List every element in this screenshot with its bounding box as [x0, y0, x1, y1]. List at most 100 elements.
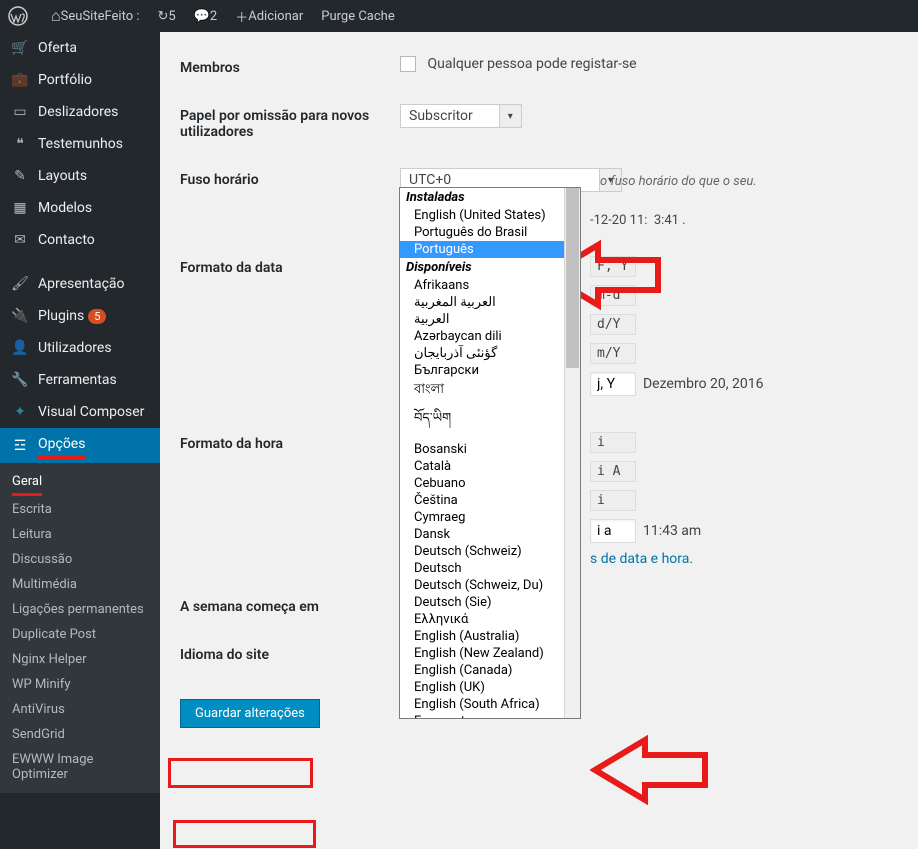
- lang-option[interactable]: Български: [400, 362, 580, 379]
- sidebar-item-testemunhos[interactable]: ❝Testemunhos: [0, 128, 160, 160]
- lang-option[interactable]: Čeština: [400, 492, 580, 509]
- submenu-ewww[interactable]: EWWW Image Optimizer: [0, 747, 160, 787]
- plugins-badge: 5: [88, 309, 106, 324]
- wp-logo[interactable]: [8, 6, 33, 26]
- submenu-duplicate-post[interactable]: Duplicate Post: [0, 622, 160, 647]
- lang-option[interactable]: Deutsch (Schweiz): [400, 543, 580, 560]
- lang-option[interactable]: Ελληνικά: [400, 611, 580, 628]
- group-available: Disponíveis: [400, 258, 580, 277]
- lang-option[interactable]: العربية: [400, 311, 580, 328]
- date-format-label: Formato da data: [180, 256, 400, 276]
- lang-option[interactable]: Cymraeg: [400, 509, 580, 526]
- default-role-label: Papel por omissão para novos utilizadore…: [180, 104, 400, 140]
- lang-option[interactable]: English (UK): [400, 679, 580, 696]
- wrench-icon: 🔧: [10, 372, 30, 388]
- lang-option[interactable]: English (New Zealand): [400, 645, 580, 662]
- sidebar-item-plugins[interactable]: 🔌Plugins5: [0, 300, 160, 332]
- sidebar-item-deslizadores[interactable]: ▭Deslizadores: [0, 96, 160, 128]
- submenu-geral[interactable]: Geral: [0, 469, 160, 497]
- lang-option[interactable]: Português do Brasil: [400, 224, 580, 241]
- lang-option[interactable]: English (United States): [400, 207, 580, 224]
- purge-cache-link[interactable]: Purge Cache: [321, 9, 394, 24]
- plug-icon: 🔌: [10, 308, 30, 324]
- comments-count: 2: [210, 9, 217, 24]
- submenu-multimedia[interactable]: Multimédia: [0, 572, 160, 597]
- lang-option[interactable]: Deutsch (Sie): [400, 594, 580, 611]
- time-code: i: [590, 432, 636, 453]
- plus-icon: ＋: [235, 7, 248, 26]
- date-time-doc-link[interactable]: s de data e hora: [590, 551, 689, 567]
- submenu-discussao[interactable]: Discussão: [0, 547, 160, 572]
- grid-icon: ▦: [10, 200, 30, 216]
- default-role-select[interactable]: Subscritor ▾: [400, 104, 522, 128]
- lang-option[interactable]: Deutsch: [400, 560, 580, 577]
- comments-link[interactable]: 💬 2: [194, 9, 218, 24]
- chevron-down-icon: ▾: [500, 104, 522, 128]
- sidebar-item-apresentacao[interactable]: 🖌Apresentação: [0, 268, 160, 300]
- lang-option[interactable]: English (Canada): [400, 662, 580, 679]
- updates-link[interactable]: ↻ 5: [158, 9, 176, 24]
- date-preview: Dezembro 20, 2016: [643, 376, 764, 392]
- sidebar-item-oferta[interactable]: 🛒Oferta: [0, 32, 160, 64]
- refresh-icon: ↻: [158, 9, 169, 24]
- anyone-register-checkbox[interactable]: [400, 56, 416, 72]
- submenu-nginx-helper[interactable]: Nginx Helper: [0, 647, 160, 672]
- custom-time-input[interactable]: [590, 519, 636, 543]
- sidebar-item-ferramentas[interactable]: 🔧Ferramentas: [0, 364, 160, 396]
- site-language-label: Idioma do site: [180, 643, 400, 663]
- lang-option[interactable]: گؤنئی آذربایجان: [400, 345, 580, 362]
- cart-icon: 🛒: [10, 40, 30, 56]
- lang-option[interactable]: العربية المغربية: [400, 294, 580, 311]
- date-code: F, Y: [590, 256, 636, 277]
- timezone-desc: o fuso horário do que o seu.: [600, 174, 757, 189]
- sidebar-item-visual-composer[interactable]: ✦Visual Composer: [0, 396, 160, 428]
- lang-option[interactable]: བོད་ཡིག: [400, 402, 580, 441]
- briefcase-icon: 💼: [10, 72, 30, 88]
- date-code: m-d: [590, 285, 636, 306]
- submenu-wp-minify[interactable]: WP Minify: [0, 672, 160, 697]
- dropdown-scrollbar[interactable]: [564, 188, 580, 718]
- pencil-icon: ✎: [10, 168, 30, 184]
- add-new-link[interactable]: ＋ Adicionar: [235, 7, 303, 26]
- sidebar-item-modelos[interactable]: ▦Modelos: [0, 192, 160, 224]
- anyone-register-label: Qualquer pessoa pode registar-se: [427, 56, 636, 72]
- custom-date-input[interactable]: [590, 372, 636, 396]
- save-changes-button[interactable]: Guardar alterações: [180, 699, 320, 728]
- time-format-label: Formato da hora: [180, 432, 400, 452]
- scrollbar-thumb[interactable]: [566, 188, 579, 368]
- lang-option-selected[interactable]: Português: [400, 241, 580, 258]
- add-label: Adicionar: [248, 9, 303, 24]
- time-code: i: [590, 490, 636, 511]
- row-default-role: Papel por omissão para novos utilizadore…: [180, 90, 898, 154]
- lang-option[interactable]: Esperanto: [400, 713, 580, 718]
- submenu-ligacoes[interactable]: Ligações permanentes: [0, 597, 160, 622]
- lang-option[interactable]: English (South Africa): [400, 696, 580, 713]
- slider-icon: ▭: [10, 104, 30, 120]
- sidebar-item-opcoes[interactable]: ☲Opções: [0, 428, 160, 463]
- submenu-escrita[interactable]: Escrita: [0, 497, 160, 522]
- options-submenu: Geral Escrita Leitura Discussão Multiméd…: [0, 463, 160, 793]
- sliders-icon: ☲: [10, 438, 30, 454]
- sidebar-item-utilizadores[interactable]: 👤Utilizadores: [0, 332, 160, 364]
- sidebar-item-layouts[interactable]: ✎Layouts: [0, 160, 160, 192]
- lang-option[interactable]: English (Australia): [400, 628, 580, 645]
- sidebar-item-portfolio[interactable]: 💼Portfólio: [0, 64, 160, 96]
- lang-option[interactable]: Dansk: [400, 526, 580, 543]
- sidebar-item-contacto[interactable]: ✉Contacto: [0, 224, 160, 256]
- submenu-leitura[interactable]: Leitura: [0, 522, 160, 547]
- time-preview: 11:43 am: [643, 523, 701, 539]
- date-code: d/Y: [590, 314, 636, 335]
- lang-option[interactable]: বাংলা: [400, 379, 580, 402]
- submenu-sendgrid[interactable]: SendGrid: [0, 722, 160, 747]
- lang-option[interactable]: Cebuano: [400, 475, 580, 492]
- lang-option[interactable]: Català: [400, 458, 580, 475]
- site-home-link[interactable]: ⌂ SeuSiteFeito :: [51, 6, 140, 26]
- date-code: m/Y: [590, 343, 636, 364]
- submenu-antivirus[interactable]: AntiVirus: [0, 697, 160, 722]
- lang-option[interactable]: Bosanski: [400, 441, 580, 458]
- brush-icon: 🖌: [10, 276, 30, 292]
- updates-count: 5: [168, 9, 175, 24]
- lang-option[interactable]: Deutsch (Schweiz, Du): [400, 577, 580, 594]
- lang-option[interactable]: Azərbaycan dili: [400, 328, 580, 345]
- lang-option[interactable]: Afrikaans: [400, 277, 580, 294]
